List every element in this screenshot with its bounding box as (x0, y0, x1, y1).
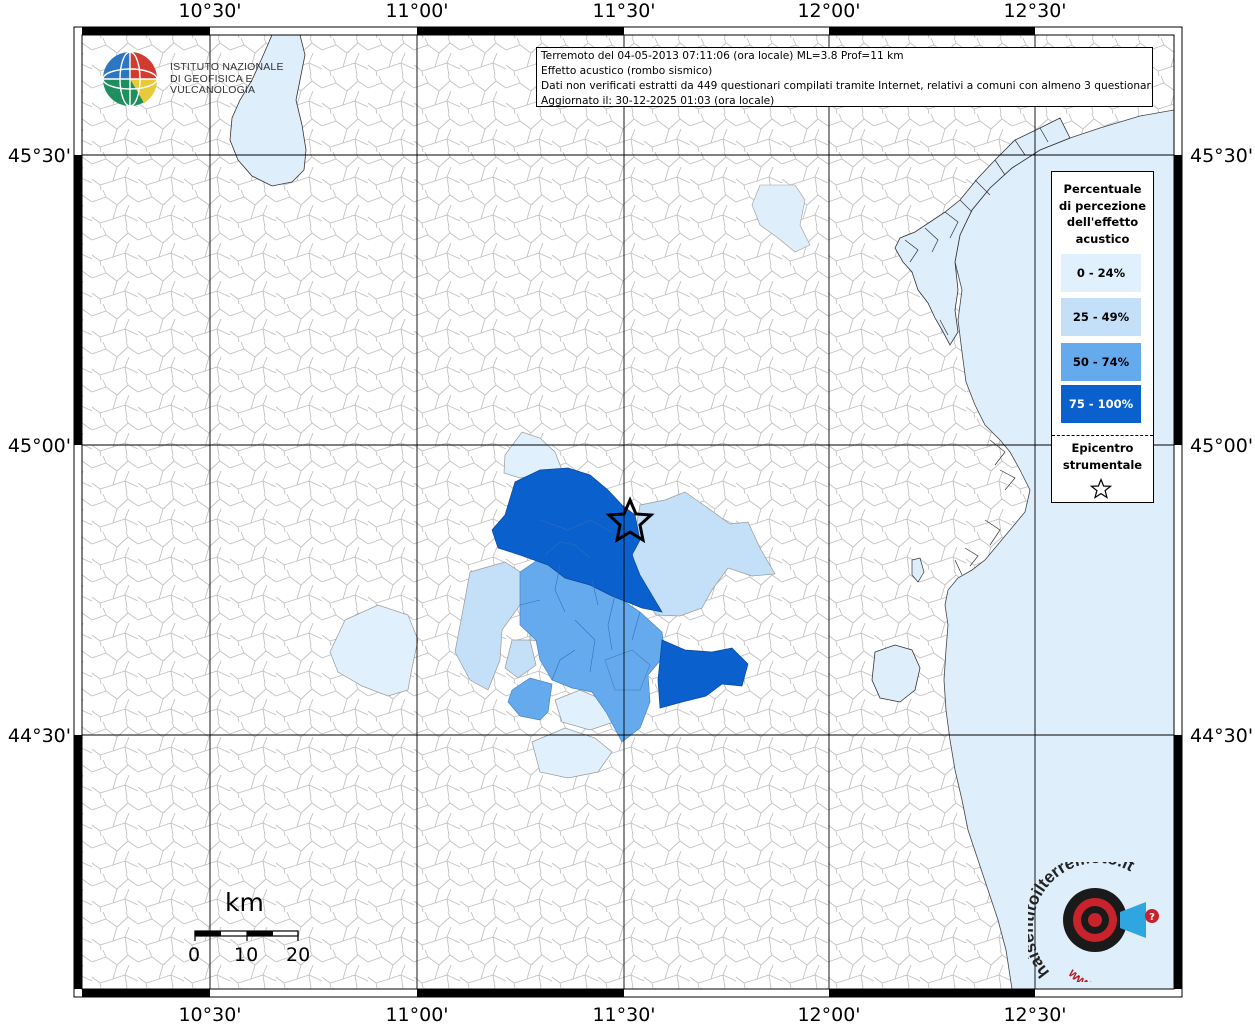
lat-label: 45°00' (1190, 435, 1253, 457)
lon-label: 12°00' (797, 0, 860, 22)
data-disclaimer: Dati non verificati estratti da 449 ques… (541, 80, 1153, 92)
lon-label: 11°30' (592, 1004, 655, 1024)
institute-name: ISTITUTO NAZIONALE DI GEOFISICA E VULCAN… (170, 61, 320, 97)
institute-line2: DI GEOFISICA E VULCANOLOGIA (170, 72, 256, 96)
lon-label: 12°00' (797, 1004, 860, 1024)
lon-label: 10°30' (178, 1004, 241, 1024)
lon-label: 12°30' (1003, 0, 1066, 22)
lon-label: 11°30' (592, 0, 655, 22)
legend-title-line: dell'effetto (1066, 215, 1139, 229)
lat-label: 44°30' (1190, 725, 1253, 747)
latitude-labels-left: 45°30' 45°00' 44°30' (8, 145, 71, 747)
legend-class-50-74: 50 - 74% (1061, 343, 1141, 381)
legend-epicenter-line: strumentale (1062, 457, 1143, 472)
lon-label: 10°30' (178, 0, 241, 22)
globe-icon (102, 51, 158, 107)
legend-title-line: di percezione (1058, 198, 1147, 213)
scale-unit: km (225, 888, 264, 917)
effect-type: Effetto acustico (rombo sismico) (541, 65, 713, 77)
svg-text:?: ? (1149, 912, 1155, 923)
scale-label-0: 0 (188, 944, 201, 966)
haisentito-logo: haisentitoilterremoto.it www. ? (1028, 862, 1159, 982)
longitude-labels-top: 10°30' 11°00' 11°30' 12°00' 12°30' (178, 0, 1066, 22)
lon-label: 12°30' (1003, 1004, 1066, 1024)
legend: Percentuale di percezione dell'effetto a… (1051, 171, 1154, 503)
legend-epicenter-line: Epicentro (1071, 441, 1134, 455)
legend-title: Percentuale di percezione dell'effetto a… (1052, 172, 1153, 247)
legend-title-line: acustico (1075, 231, 1130, 246)
event-description: Terremoto del 04-05-2013 07:11:06 (ora l… (541, 50, 904, 62)
legend-class-75-100: 75 - 100% (1061, 385, 1141, 423)
update-time: Aggiornato il: 30-12-2025 01:03 (ora loc… (541, 95, 775, 107)
star-icon (1090, 478, 1112, 499)
scale-label-10: 10 (234, 944, 259, 966)
legend-separator (1052, 435, 1153, 436)
legend-title-line: Percentuale (1063, 182, 1142, 196)
scale-label-20: 20 (286, 944, 311, 966)
institute-line1: ISTITUTO NAZIONALE (170, 61, 284, 73)
ingv-logo: ISTITUTO NAZIONALE DI GEOFISICA E VULCAN… (100, 48, 320, 110)
lat-label: 45°00' (8, 435, 71, 457)
lat-label: 45°30' (8, 145, 71, 167)
lon-label: 11°00' (385, 0, 448, 22)
lat-label: 44°30' (8, 725, 71, 747)
lon-label: 11°00' (385, 1004, 448, 1024)
brand-url: www. (1065, 965, 1099, 982)
longitude-labels-bottom: 10°30' 11°00' 11°30' 12°00' 12°30' (178, 1004, 1066, 1024)
legend-class-25-49: 25 - 49% (1061, 298, 1141, 336)
legend-class-0-24: 0 - 24% (1061, 254, 1141, 292)
latitude-labels-right: 45°30' 45°00' 44°30' (1190, 145, 1253, 747)
legend-epicenter-label: Epicentro strumentale (1052, 440, 1153, 473)
event-info-box: Terremoto del 04-05-2013 07:11:06 (ora l… (536, 47, 1153, 107)
lat-label: 45°30' (1190, 145, 1253, 167)
